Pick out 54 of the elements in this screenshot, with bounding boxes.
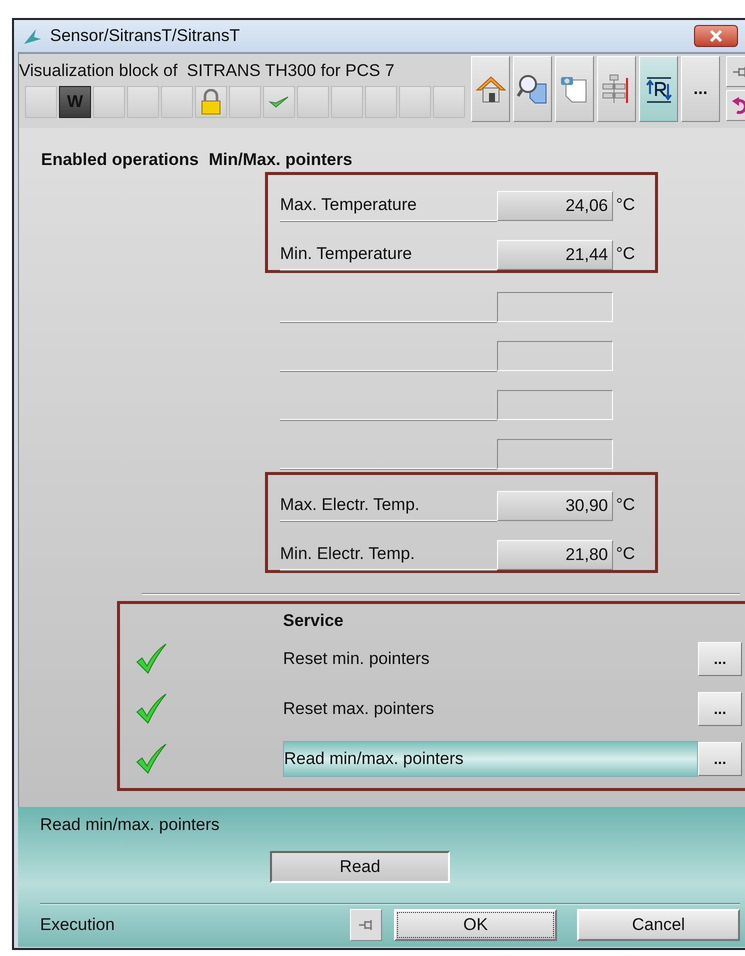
status-cell <box>25 86 57 118</box>
status-cell <box>161 86 193 118</box>
status-cell <box>229 86 261 118</box>
unit-label: °C <box>615 194 636 216</box>
zoom-button[interactable] <box>513 56 552 122</box>
pointer-label: Max. Electr. Temp. <box>280 490 497 521</box>
value-field: 24,06 <box>497 191 613 221</box>
app-icon <box>22 27 42 45</box>
close-icon <box>709 30 723 42</box>
magnifier-page-icon <box>516 72 550 106</box>
faceplate-button[interactable] <box>555 56 594 122</box>
status-cell <box>127 86 159 118</box>
unit-label: °C <box>615 494 636 516</box>
pointer-label: Max. Temperature <box>280 190 497 221</box>
status-cell <box>399 86 431 118</box>
status-cell <box>433 86 465 118</box>
unit-label: °C <box>615 543 636 565</box>
more-button[interactable]: ... <box>698 742 742 776</box>
value-field: 30,90 <box>497 491 613 521</box>
more-button[interactable]: ... <box>698 692 742 726</box>
status-cell <box>331 86 363 118</box>
more-button[interactable]: ... <box>681 56 720 122</box>
status-cell <box>297 86 329 118</box>
service-item[interactable]: Reset max. pointers <box>283 692 698 726</box>
checkmark-icon <box>268 94 290 110</box>
status-cell <box>365 86 397 118</box>
service-item[interactable]: Reset min. pointers <box>283 642 698 676</box>
service-item[interactable]: Read min/max. pointers <box>283 741 698 777</box>
status-cell <box>93 86 125 118</box>
status-cell: W <box>59 86 91 118</box>
close-button[interactable] <box>694 25 738 47</box>
pin-icon <box>357 918 375 932</box>
section-heading: Enabled operations <box>41 150 199 171</box>
window-title: Sensor/SitransT/SitransT <box>50 26 240 46</box>
more-button[interactable]: ... <box>698 642 742 676</box>
pointer-label: Min. Temperature <box>280 239 497 270</box>
pin-icon <box>731 64 745 78</box>
cancel-button[interactable]: Cancel <box>577 909 740 941</box>
value-field: 21,80 <box>497 540 613 570</box>
section-heading: Min/Max. pointers <box>208 150 352 171</box>
unit-label: °C <box>615 243 636 265</box>
execution-label: Execution <box>40 915 116 935</box>
section-heading: Service <box>283 610 344 632</box>
home-button[interactable] <box>471 56 510 122</box>
pin-button[interactable] <box>350 909 382 941</box>
value-field: 21,44 <box>497 240 613 270</box>
panel-title: Read min/max. pointers <box>40 814 221 836</box>
padlock-icon <box>200 89 222 115</box>
block-caption: Visualization block of SITRANS TH300 for PCS 7 <box>19 60 396 82</box>
pointer-label: Min. Electr. Temp. <box>280 539 497 570</box>
read-button[interactable]: Read <box>270 851 450 883</box>
parameter-button[interactable] <box>639 56 678 122</box>
ok-button[interactable]: OK <box>394 909 557 941</box>
undo-icon <box>731 96 745 114</box>
